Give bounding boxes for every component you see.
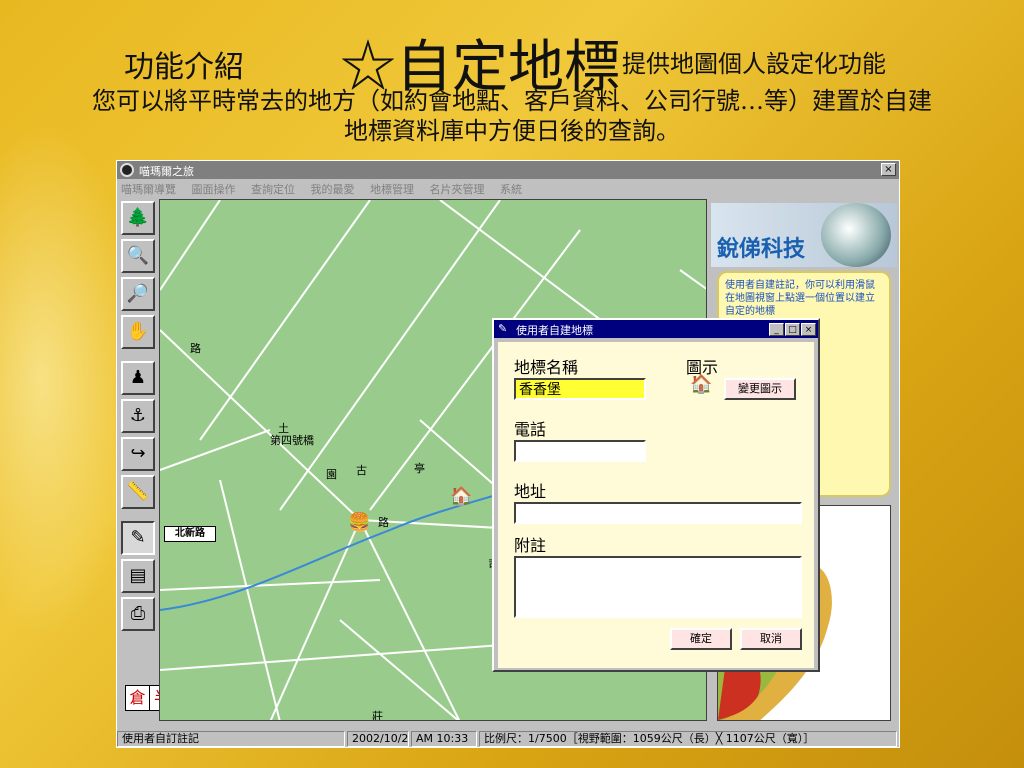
phone-input[interactable]: [514, 440, 646, 462]
card-stack-icon[interactable]: ▤: [121, 559, 155, 593]
menu-system[interactable]: 系統: [500, 183, 522, 196]
status-date: 2002/10/2: [347, 731, 409, 747]
globe-icon: [821, 203, 891, 267]
map-label-road-2: 路: [378, 516, 389, 529]
cancel-button[interactable]: 取消: [740, 628, 802, 650]
phone-label: 電話: [514, 420, 547, 439]
map-label-village: 莊: [372, 710, 383, 721]
description-line-2: 地標資料庫中方便日後的查詢。: [344, 117, 680, 145]
address-label: 地址: [514, 482, 547, 501]
note-label: 附註: [514, 536, 547, 555]
person-locate-icon[interactable]: ♟: [121, 361, 155, 395]
station-tag[interactable]: 北新路: [164, 526, 216, 542]
slide-description: 您可以將平時常去的地方（如約會地點、客戶資料、公司行號…等）建置於自建 地標資料…: [40, 86, 984, 146]
status-scale: 比例尺：1/7500［視野範圍：1059公尺（長）╳ 1107公尺（寬）］: [479, 731, 897, 747]
dialog-titlebar: ✎ 使用者自建地標 _ □ ×: [494, 320, 818, 338]
menu-card-manage[interactable]: 名片夾管理: [430, 183, 485, 196]
section-title: 功能介紹: [124, 50, 244, 85]
slide-subtitle: 提供地圖個人設定化功能: [622, 50, 886, 78]
maximize-icon[interactable]: □: [785, 323, 800, 336]
printer-icon[interactable]: ⎙: [121, 597, 155, 631]
menu-tour[interactable]: 喵瑪爾導覽: [121, 183, 176, 196]
menu-landmark-manage[interactable]: 地標管理: [370, 183, 414, 196]
tree-overview-icon[interactable]: 🌲: [121, 201, 155, 235]
map-label-road: 路: [190, 342, 201, 355]
dialog-body: 地標名稱 圖示 🏠 變更圖示 電話 地址 附註 確定 取消: [498, 342, 814, 668]
close-icon[interactable]: ×: [801, 323, 816, 336]
menu-favorites[interactable]: 我的最愛: [311, 183, 355, 196]
zoom-in-icon[interactable]: 🔍: [121, 239, 155, 273]
window-close-button[interactable]: ×: [881, 163, 896, 176]
logo-text: 銳俤科技: [717, 237, 806, 262]
pencil-annotate-icon[interactable]: ✎: [121, 521, 155, 555]
app-eye-icon: [120, 163, 134, 177]
menubar: 喵瑪爾導覽 圖面操作 查詢定位 我的最愛 地標管理 名片夾管理 系統: [117, 179, 899, 199]
map-label-garden: 園: [326, 468, 337, 481]
map-label-ancient: 古: [356, 464, 367, 477]
menu-map-operation[interactable]: 圖面操作: [192, 183, 236, 196]
minimize-icon[interactable]: _: [769, 323, 784, 336]
pencil-icon: ✎: [498, 322, 508, 335]
status-mode: 使用者自訂註記: [117, 731, 345, 747]
landmark-name-input[interactable]: [514, 378, 646, 400]
status-time: AM 10:33: [411, 731, 477, 747]
map-label-bridge: 第四號橋: [270, 434, 314, 447]
ok-button[interactable]: 確定: [670, 628, 732, 650]
name-label: 地標名稱: [514, 358, 579, 377]
burger-landmark-icon[interactable]: 🍔: [348, 512, 370, 533]
map-label-pavilion: 亭: [414, 462, 425, 475]
map-toolbar: 🌲 🔍 🔎 ✋ ♟ ⚓ ↪ 📏 ✎ ▤ ⎙: [119, 201, 157, 713]
zoom-left[interactable]: 倉: [126, 686, 150, 710]
pan-hand-icon[interactable]: ✋: [121, 315, 155, 349]
window-titlebar: 喵瑪爾之旅 ×: [117, 161, 899, 179]
ruler-icon[interactable]: 📏: [121, 475, 155, 509]
status-bar: 使用者自訂註記 2002/10/2 AM 10:33 比例尺：1/7500［視野…: [117, 731, 899, 747]
anchor-icon[interactable]: ⚓: [121, 399, 155, 433]
route-arrow-icon[interactable]: ↪: [121, 437, 155, 471]
change-icon-button[interactable]: 變更圖示: [724, 378, 796, 400]
building-landmark-icon[interactable]: 🏠: [450, 486, 472, 507]
description-line-1: 您可以將平時常去的地方（如約會地點、客戶資料、公司行號…等）建置於自建: [92, 87, 932, 115]
slide-header: 功能介紹 ☆自定地標 提供地圖個人設定化功能: [0, 18, 1024, 100]
dialog-title: 使用者自建地標: [516, 324, 593, 337]
note-textarea[interactable]: [514, 556, 802, 618]
zoom-out-icon[interactable]: 🔎: [121, 277, 155, 311]
window-title: 喵瑪爾之旅: [139, 165, 194, 178]
landmark-dialog: ✎ 使用者自建地標 _□× 地標名稱 圖示 🏠 變更圖示 電話 地址 附註 確定…: [492, 318, 820, 672]
address-input[interactable]: [514, 502, 802, 524]
menu-search[interactable]: 查詢定位: [251, 183, 295, 196]
company-logo: 銳俤科技: [711, 203, 897, 267]
house-icon: 🏠: [690, 374, 713, 395]
